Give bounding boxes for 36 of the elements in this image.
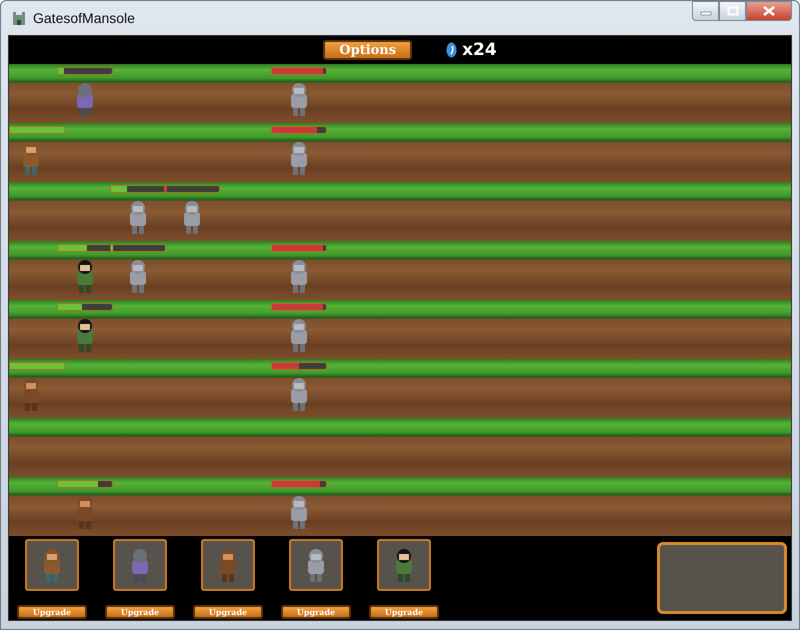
maximize-icon <box>726 6 738 16</box>
knight-sprite <box>288 141 308 175</box>
knight-sprite <box>288 377 308 411</box>
knight-sprite <box>288 495 308 529</box>
knight-sprite <box>128 259 148 293</box>
minimize-button[interactable] <box>692 1 719 21</box>
maximize-button[interactable] <box>719 1 746 21</box>
monk-sprite <box>218 548 238 582</box>
knight-sprite <box>288 82 308 116</box>
unit-card[interactable] <box>377 539 431 591</box>
close-button[interactable] <box>746 1 792 21</box>
spearman-sprite <box>130 548 150 582</box>
villager-sprite <box>74 318 94 352</box>
villager-sprite <box>394 548 414 582</box>
upgrade-button[interactable]: Upgrade <box>369 605 439 619</box>
gem-icon <box>446 42 458 58</box>
options-button[interactable]: Options <box>323 40 412 60</box>
upgrade-button[interactable]: Upgrade <box>105 605 175 619</box>
castle-icon <box>11 10 27 26</box>
ranger-sprite <box>21 141 41 175</box>
close-icon <box>763 6 775 16</box>
ranger-sprite <box>42 548 62 582</box>
spearman-sprite <box>74 82 94 116</box>
window-title: GatesofMansole <box>33 10 136 26</box>
upgrade-button[interactable]: Upgrade <box>281 605 351 619</box>
gem-count: x24 <box>462 40 497 60</box>
knight-sprite <box>306 548 326 582</box>
upgrade-button[interactable]: Upgrade <box>193 605 263 619</box>
upgrade-button[interactable]: Upgrade <box>17 605 87 619</box>
monk-sprite <box>21 377 41 411</box>
knight-sprite <box>182 200 202 234</box>
villager-sprite <box>74 259 94 293</box>
knight-sprite <box>288 259 308 293</box>
monk-sprite <box>74 495 94 529</box>
knight-sprite <box>288 318 308 352</box>
knight-sprite <box>128 200 148 234</box>
